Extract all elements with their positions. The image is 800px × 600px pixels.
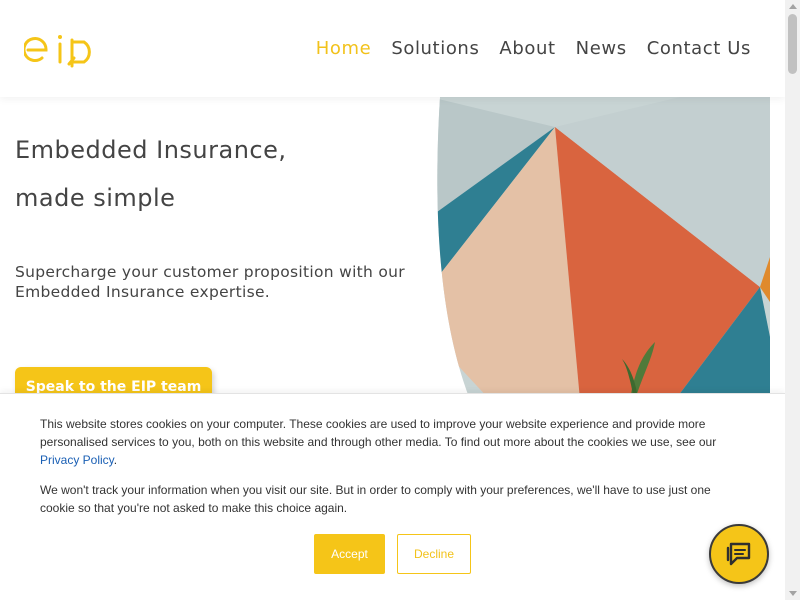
- hero-title-line-2: made simple: [15, 184, 176, 212]
- hero-geometric-image: [437, 97, 770, 400]
- hero-title: Embedded Insurance, made simple: [15, 128, 415, 224]
- cookie-text-1-end: .: [113, 453, 118, 467]
- site-header: Home Solutions About News Contact Us: [0, 0, 785, 97]
- chat-launcher-button[interactable]: [709, 524, 769, 584]
- decline-cookies-button[interactable]: Decline: [397, 534, 471, 574]
- eip-logo[interactable]: [24, 30, 104, 70]
- chat-bubble-icon: [726, 542, 751, 566]
- nav-about[interactable]: About: [499, 38, 555, 59]
- cookie-text-1-main: This website stores cookies on your comp…: [40, 417, 717, 449]
- nav-solutions[interactable]: Solutions: [391, 38, 479, 59]
- scroll-up-arrow-icon[interactable]: [789, 4, 797, 9]
- cookie-banner: This website stores cookies on your comp…: [0, 393, 785, 600]
- cookie-text-1: This website stores cookies on your comp…: [40, 415, 730, 469]
- scroll-down-arrow-icon[interactable]: [789, 591, 797, 596]
- nav-news[interactable]: News: [576, 38, 627, 59]
- page-scrollbar[interactable]: [785, 0, 800, 600]
- cookie-text-2: We won't track your information when you…: [40, 483, 711, 515]
- privacy-policy-link[interactable]: Privacy Policy: [40, 453, 114, 467]
- hero-subtitle: Supercharge your customer proposition wi…: [15, 263, 405, 301]
- main-nav: Home Solutions About News Contact Us: [316, 38, 751, 59]
- scroll-thumb[interactable]: [788, 14, 797, 74]
- nav-home[interactable]: Home: [316, 38, 372, 59]
- nav-contact-us[interactable]: Contact Us: [647, 38, 751, 59]
- hero-title-line-1: Embedded Insurance,: [15, 136, 287, 164]
- accept-cookies-button[interactable]: Accept: [314, 534, 385, 574]
